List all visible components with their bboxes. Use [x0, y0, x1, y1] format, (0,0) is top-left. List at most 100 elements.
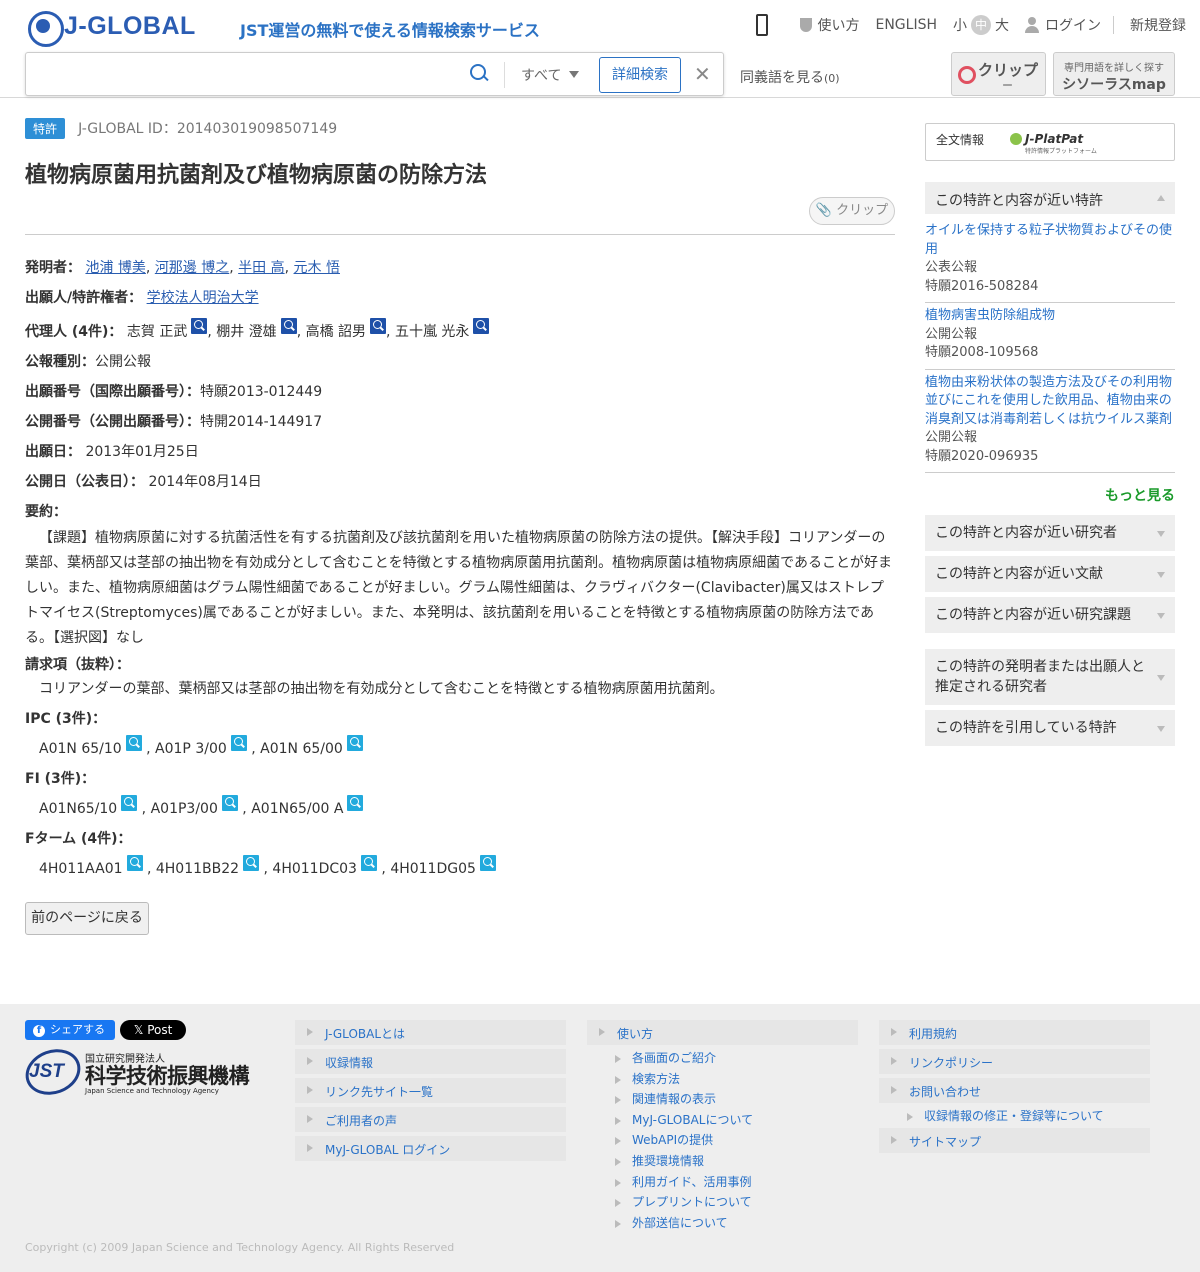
search-icon[interactable] [243, 855, 260, 871]
citing-patents-section[interactable]: この特許を引用している特許 [925, 710, 1175, 746]
chevron-down-icon [1157, 572, 1165, 578]
search-icon[interactable] [479, 855, 496, 871]
chevron-down-icon [569, 71, 580, 78]
jplatpat-logo[interactable]: J-PlatPat 特許情報プラットフォーム [1010, 132, 1097, 155]
search-icon[interactable] [347, 795, 364, 811]
inventor-link[interactable]: 半田 高 [238, 260, 284, 276]
usage-link[interactable]: 使い方 [800, 15, 859, 35]
inventors-row: 発明者： 池浦 博美, 河那邊 博之, 半田 高, 元木 悟 [25, 260, 340, 276]
synonyms-link[interactable]: 同義語を見る(0) [740, 67, 840, 87]
search-icon[interactable] [125, 735, 142, 751]
footer-link[interactable]: ご利用者の声 [295, 1107, 566, 1132]
inventor-link[interactable]: 元木 悟 [294, 260, 340, 276]
similar-patent-link[interactable]: 植物病害虫防除組成物 [925, 308, 1055, 323]
inventor-link[interactable]: 池浦 博美 [85, 260, 145, 276]
search-icon[interactable] [191, 318, 208, 334]
footer-link[interactable]: 使い方 [587, 1020, 858, 1045]
list-item: 植物病害虫防除組成物 公開公報 特願2008-109568 [925, 303, 1175, 370]
footer-sublink[interactable]: プレプリントについて [587, 1193, 858, 1214]
search-icon[interactable] [221, 795, 238, 811]
footer-link[interactable]: お問い合わせ [879, 1078, 1150, 1103]
inventor-link[interactable]: 河那邊 博之 [155, 260, 229, 276]
app-date-row: 出願日： 2013年01月25日 [25, 444, 199, 460]
clear-icon[interactable]: ✕ [694, 62, 711, 86]
footer-link[interactable]: サイトマップ [879, 1127, 1150, 1153]
x-post-button[interactable]: 𝕏 Post [120, 1020, 186, 1040]
back-button[interactable]: 前のページに戻る [25, 902, 149, 935]
more-link[interactable]: もっと見る [925, 485, 1175, 505]
jglobal-logo[interactable]: J-GLOBAL [24, 10, 196, 47]
search-icon[interactable] [473, 318, 490, 334]
footer-link[interactable]: 利用規約 [879, 1020, 1150, 1045]
font-large-button[interactable]: 大 [995, 15, 1009, 35]
footer-sublink[interactable]: 外部送信について [587, 1214, 858, 1235]
similar-researchers-section[interactable]: この特許と内容が近い研究者 [925, 515, 1175, 551]
inventor-researchers-section[interactable]: この特許の発明者または出願人と推定される研究者 [925, 649, 1175, 705]
similar-documents-section[interactable]: この特許と内容が近い文献 [925, 556, 1175, 592]
applicant-row: 出願人/特許権者： 学校法人明治大学 [25, 290, 259, 306]
divider [25, 234, 895, 235]
footer-sublink[interactable]: MyJ-GLOBALについて [587, 1111, 858, 1132]
search-icon[interactable] [370, 318, 387, 334]
search-icon[interactable] [346, 735, 363, 751]
paperclip-icon [958, 66, 976, 84]
fulltext-box[interactable]: 全文情報 J-PlatPat 特許情報プラットフォーム [925, 123, 1175, 161]
footer-sublink[interactable]: 関連情報の表示 [587, 1090, 858, 1111]
pub-date-row: 公開日（公表日）： 2014年08月14日 [25, 474, 262, 490]
patent-detail: 特許 J-GLOBAL ID：201403019098507149 植物病原菌用… [25, 118, 895, 935]
fterm-row: Fターム (4件)： 4H011AA01 , 4H011BB22 , 4H011… [25, 829, 895, 879]
chevron-down-icon [1157, 675, 1165, 681]
search-box: すべて 詳細検索 ✕ [25, 52, 724, 96]
footer-sublink[interactable]: 検索方法 [587, 1070, 858, 1091]
pub-no-row: 公開番号（公開出願番号）：特開2014-144917 [25, 414, 323, 430]
copyright: Copyright (c) 2009 Japan Science and Tec… [25, 1241, 455, 1254]
login-link[interactable]: ログイン [1025, 15, 1101, 35]
pub-type-row: 公報種別：公開公報 [25, 354, 151, 370]
footer-sublink[interactable]: 利用ガイド、活用事例 [587, 1173, 858, 1194]
clip-button[interactable]: 📎 クリップ [809, 197, 895, 225]
footer-link[interactable]: 収録情報 [295, 1049, 566, 1074]
font-small-button[interactable]: 小 [953, 15, 967, 35]
search-icon[interactable] [470, 64, 488, 82]
applicant-link[interactable]: 学校法人明治大学 [147, 290, 259, 306]
agents-row: 代理人 (4件)： 志賀 正武, 棚井 澄雄, 高橋 詔男, 五十嵐 光永 [25, 318, 895, 342]
facebook-share-button[interactable]: f シェアする [25, 1020, 115, 1040]
footer-sublink[interactable]: WebAPIの提供 [587, 1131, 858, 1152]
scope-select[interactable]: すべて [521, 65, 580, 85]
register-link[interactable]: 新規登録 [1130, 15, 1186, 35]
font-mid-button[interactable]: 中 [971, 15, 991, 35]
type-badge: 特許 [25, 118, 66, 139]
footer-link[interactable]: J-GLOBALとは [295, 1020, 566, 1045]
logo-text: J-GLOBAL [64, 11, 196, 40]
advanced-search-button[interactable]: 詳細検索 [599, 57, 681, 93]
footer-link[interactable]: リンク先サイト一覧 [295, 1078, 566, 1103]
jplatpat-icon [1010, 133, 1022, 145]
similar-patents-list: オイルを保持する粒子状物質およびその使用 公表公報 特願2016-508284 … [925, 218, 1175, 473]
footer-sublink[interactable]: 収録情報の修正・登録等について [879, 1107, 1150, 1128]
similar-projects-section[interactable]: この特許と内容が近い研究課題 [925, 597, 1175, 633]
search-input[interactable] [34, 61, 454, 87]
footer-sublink[interactable]: 推奨環境情報 [587, 1152, 858, 1173]
similar-patent-link[interactable]: 植物由来粉状体の製造方法及びその利用物並びにこれを使用した飲用品、植物由来の消臭… [925, 375, 1172, 427]
sidebar: 全文情報 J-PlatPat 特許情報プラットフォーム この特許と内容が近い特許 … [925, 123, 1175, 746]
footer-link[interactable]: MyJ-GLOBAL ログイン [295, 1136, 566, 1161]
similar-patents-header[interactable]: この特許と内容が近い特許 [925, 182, 1175, 214]
search-icon[interactable] [121, 795, 138, 811]
search-icon[interactable] [126, 855, 143, 871]
thesaurus-map-button[interactable]: 専門用語を詳しく探す シソーラスmap [1053, 52, 1175, 96]
chevron-down-icon [1157, 726, 1165, 732]
list-item: 植物由来粉状体の製造方法及びその利用物並びにこれを使用した飲用品、植物由来の消臭… [925, 370, 1175, 473]
search-icon[interactable] [280, 318, 297, 334]
search-icon[interactable] [230, 735, 247, 751]
search-icon[interactable] [360, 855, 377, 871]
footer-col-1: J-GLOBALとは 収録情報 リンク先サイト一覧 ご利用者の声 MyJ-GLO… [295, 1020, 566, 1165]
similar-patent-link[interactable]: オイルを保持する粒子状物質およびその使用 [925, 223, 1172, 257]
clip-list-button[interactable]: クリップ ー [951, 52, 1046, 96]
claims-text: コリアンダーの葉部、葉柄部又は茎部の抽出物を有効成分として含むことを特徴とする植… [39, 681, 724, 697]
footer-link[interactable]: リンクポリシー [879, 1049, 1150, 1074]
mobile-icon[interactable] [756, 14, 769, 36]
list-item: オイルを保持する粒子状物質およびその使用 公表公報 特願2016-508284 [925, 218, 1175, 303]
english-link[interactable]: ENGLISH [875, 17, 937, 33]
claims-row: 請求項（抜粋）： コリアンダーの葉部、葉柄部又は茎部の抽出物を有効成分として含む… [25, 655, 895, 699]
footer-sublink[interactable]: 各画面のご紹介 [587, 1049, 858, 1070]
